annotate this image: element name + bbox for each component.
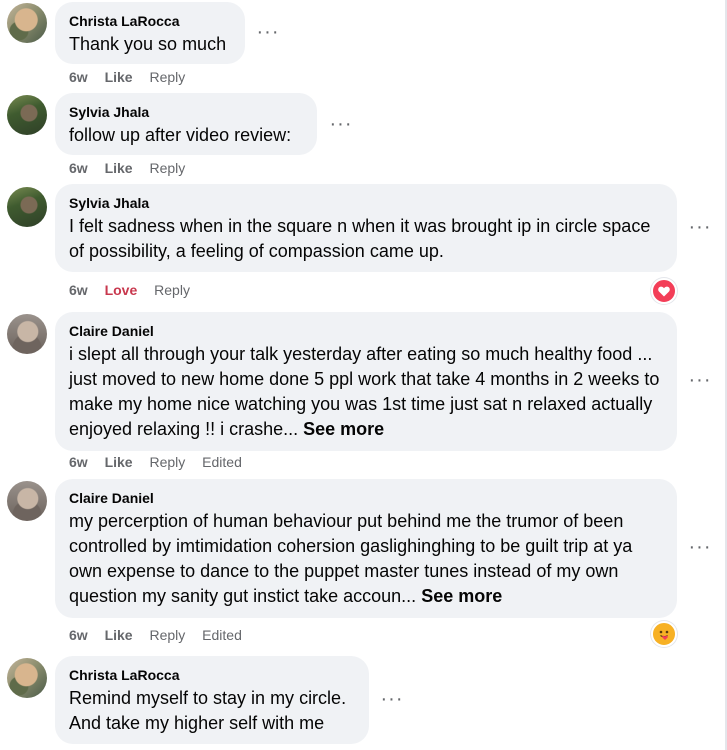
comment-actions: 6w Like Reply Edited	[69, 453, 255, 471]
comment-bubble: Sylvia Jhala follow up after video revie…	[55, 93, 317, 155]
heart-icon	[658, 286, 670, 297]
edited-label[interactable]: Edited	[202, 627, 242, 643]
comment-time[interactable]: 6w	[69, 282, 88, 298]
comment-actions: 6w Like Reply Edited	[69, 626, 255, 644]
comment-time[interactable]: 6w	[69, 160, 88, 176]
comment-time[interactable]: 6w	[69, 627, 88, 643]
comment-author[interactable]: Claire Daniel	[69, 489, 663, 507]
comment-author[interactable]: Sylvia Jhala	[69, 103, 303, 121]
love-reaction-button[interactable]: Love	[105, 282, 138, 298]
comment-author[interactable]: Sylvia Jhala	[69, 194, 663, 212]
reply-button[interactable]: Reply	[149, 454, 185, 470]
reply-button[interactable]: Reply	[149, 160, 185, 176]
reply-button[interactable]: Reply	[149, 69, 185, 85]
like-button[interactable]: Like	[105, 69, 133, 85]
see-more-link[interactable]: See more	[421, 586, 502, 606]
more-options-icon[interactable]: ···	[377, 689, 407, 712]
like-button[interactable]: Like	[105, 454, 133, 470]
more-options-icon[interactable]: ···	[326, 114, 356, 137]
love-icon[interactable]	[651, 278, 677, 304]
more-options-icon[interactable]: ···	[685, 370, 715, 393]
avatar[interactable]	[7, 3, 47, 43]
comment-text: i slept all through your talk yesterday …	[69, 344, 660, 439]
comment-time[interactable]: 6w	[69, 454, 88, 470]
comment-author[interactable]: Christa LaRocca	[69, 12, 231, 30]
comment-actions: 6w Like Reply	[69, 159, 198, 177]
comment-bubble: Claire Daniel my percerption of human be…	[55, 479, 677, 618]
comment-bubble: Sylvia Jhala I felt sadness when in the …	[55, 184, 677, 272]
avatar[interactable]	[7, 95, 47, 135]
comment-text: Remind myself to stay in my circle. And …	[69, 688, 347, 733]
more-options-icon[interactable]: ···	[253, 22, 283, 45]
comment-bubble: Christa LaRocca Remind myself to stay in…	[55, 656, 369, 744]
comment-text: my percerption of human behaviour put be…	[69, 511, 633, 606]
care-icon[interactable]	[651, 621, 677, 647]
comment-author[interactable]: Christa LaRocca	[69, 666, 355, 684]
comment-time[interactable]: 6w	[69, 69, 88, 85]
avatar[interactable]	[7, 187, 47, 227]
comment-text: Thank you so much	[69, 34, 227, 54]
comment-text: follow up after video review:	[69, 125, 292, 145]
reply-button[interactable]: Reply	[149, 627, 185, 643]
comment-bubble: Claire Daniel i slept all through your t…	[55, 312, 677, 451]
edited-label[interactable]: Edited	[202, 454, 242, 470]
like-button[interactable]: Like	[105, 627, 133, 643]
comment-actions: 6w Love Reply	[69, 281, 203, 299]
more-options-icon[interactable]: ···	[685, 537, 715, 560]
comment-bubble: Christa LaRocca Thank you so much	[55, 2, 245, 64]
avatar[interactable]	[7, 314, 47, 354]
comment-author[interactable]: Claire Daniel	[69, 322, 663, 340]
more-options-icon[interactable]: ···	[685, 217, 715, 240]
reply-button[interactable]: Reply	[154, 282, 190, 298]
comment-actions: 6w Like Reply	[69, 68, 198, 86]
care-face-icon	[659, 630, 669, 640]
comment-text: I felt sadness when in the square n when…	[69, 216, 651, 261]
see-more-link[interactable]: See more	[303, 419, 384, 439]
like-button[interactable]: Like	[105, 160, 133, 176]
avatar[interactable]	[7, 481, 47, 521]
avatar[interactable]	[7, 658, 47, 698]
